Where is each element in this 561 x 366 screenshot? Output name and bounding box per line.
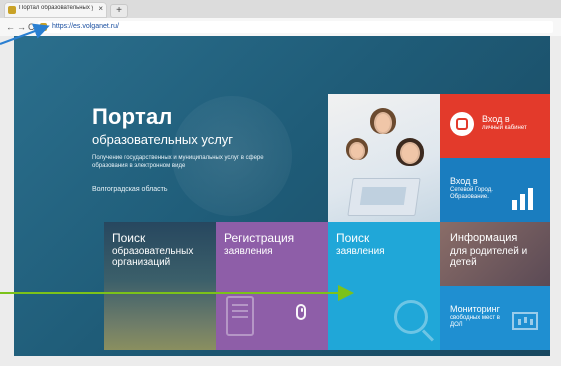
info-title: Информация	[450, 232, 518, 244]
registration-subtitle: заявления	[224, 246, 273, 257]
search-app-title: Поиск	[336, 231, 370, 245]
parent-face	[374, 112, 392, 134]
registration-title: Регистрация	[224, 231, 295, 245]
tab-title: Портал образовательных услуг	[19, 5, 93, 11]
site-info-icon[interactable]	[40, 23, 47, 31]
network-title: Вход в	[450, 176, 478, 186]
child-face	[349, 142, 365, 160]
browser-tab[interactable]: Портал образовательных услуг ×	[4, 2, 107, 18]
monitoring-title: Мониторинг	[450, 304, 500, 314]
search-app-subtitle: заявления	[336, 246, 385, 257]
reload-icon[interactable]: C	[28, 21, 35, 33]
document-icon	[226, 296, 254, 336]
search-org-subtitle: образовательных организаций	[112, 246, 194, 268]
gosuslugi-logo	[450, 112, 474, 136]
tile-network-login[interactable]: Вход в Сетевой Город. Образование.	[440, 158, 550, 222]
new-tab-button[interactable]: +	[110, 4, 128, 18]
monitor-icon	[512, 312, 538, 330]
mouse-icon	[296, 304, 306, 320]
tile-search-organizations[interactable]: Поиск образовательных организаций	[104, 222, 216, 350]
login-title: Вход в	[482, 114, 510, 124]
browser-window: Портал образовательных услуг × + ← → C h…	[0, 0, 561, 366]
tile-registration[interactable]: Регистрация заявления	[216, 222, 328, 350]
favicon-icon	[8, 6, 16, 14]
tile-parents-info[interactable]: Информация для родителей и детей	[440, 222, 550, 286]
tile-monitoring[interactable]: Мониторинг свободных мест в ДОЛ	[440, 286, 550, 350]
portal-description: Получение государственных и муниципальны…	[92, 155, 264, 169]
chart-icon	[512, 188, 536, 210]
portal-subtitle: образовательных услуг	[92, 132, 234, 147]
info-subtitle: для родителей и детей	[450, 246, 528, 268]
region-label: Волгоградская область	[92, 186, 168, 193]
address-bar-area: ← → C https://es.volganet.ru/	[0, 18, 561, 50]
forward-icon[interactable]: →	[17, 21, 26, 33]
close-tab-icon[interactable]: ×	[98, 4, 103, 13]
search-icon	[394, 300, 428, 334]
tab-bar: Портал образовательных услуг × +	[0, 0, 561, 18]
tile-search-application[interactable]: Поиск заявления	[328, 222, 440, 350]
mother-face	[400, 142, 420, 164]
tile-login[interactable]: Вход в личный кабинет	[440, 94, 550, 158]
url-input[interactable]: https://es.volganet.ru/	[38, 21, 553, 33]
search-org-title: Поиск	[112, 231, 146, 245]
laptop-image	[347, 178, 421, 216]
network-subtitle: Сетевой Город. Образование.	[450, 187, 493, 200]
family-photo	[328, 94, 440, 222]
login-subtitle: личный кабинет	[482, 125, 527, 131]
url-text: https://es.volganet.ru/	[52, 23, 119, 30]
monitoring-subtitle: свободных мест в ДОЛ	[450, 315, 500, 328]
page-viewport: Портал образовательных услуг Получение г…	[0, 36, 561, 366]
hero-banner: Портал образовательных услуг Получение г…	[14, 36, 550, 356]
portal-title: Портал	[92, 104, 173, 129]
back-icon[interactable]: ←	[6, 21, 15, 33]
